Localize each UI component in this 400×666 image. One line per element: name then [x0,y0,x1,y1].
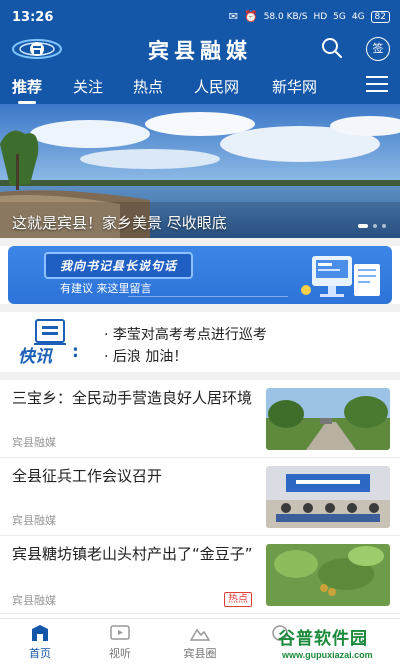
news-flash-colon: : [72,342,79,362]
carousel-dots [358,224,386,228]
nav-video-label: 视听 [109,647,131,660]
watermark-url: www.gupuxiazai.com [282,650,373,660]
news-thumbnail [266,544,390,606]
tab-people-net[interactable]: 人民网 [194,76,239,97]
news-source: 宾县融媒 [12,514,56,527]
mountain-icon [189,628,211,641]
tab-recommend[interactable]: 推荐 [12,76,42,104]
news-source: 宾县融媒 [12,436,56,449]
channel-tabs: 推荐 关注 热点 人民网 新华网 [0,70,400,104]
nav-home-label: 首页 [29,647,51,660]
news-flash-label: 快讯 [18,347,52,367]
watermark-name: 谷普软件园 [278,629,368,649]
news-item[interactable]: 宾县糖坊镇老山头村产出了“金豆子” 宾县融媒 热点 [0,536,400,614]
secretary-banner-title: 我向书记县长说句话 [44,252,194,279]
hot-badge: 热点 [224,592,252,607]
signal-4g: 4G [351,11,365,22]
news-title: 全县征兵工作会议召开 [12,467,163,485]
nav-community-label: 宾县圈 [183,647,217,660]
signal-5g: 5G [333,11,346,22]
search-icon[interactable] [320,36,344,60]
secretary-message-banner[interactable]: 我向书记县长说句话 有建议 来这里留言 [8,246,392,304]
tab-follow[interactable]: 关注 [73,76,103,97]
home-icon [32,625,48,641]
app-title: 宾县融媒 [148,38,252,63]
wechat-icon: ✉ [228,10,238,23]
carousel-dot [382,224,386,228]
top-bar: 13:26 ✉ ⏰ 58.0 KB/S HD 5G 4G 82 宾县融媒 签 推… [0,0,400,104]
app-logo-icon [12,39,62,59]
news-thumbnail [266,388,390,450]
news-item[interactable]: 三宝乡：全民动手营造良好人居环境 宾县融媒 [0,380,400,458]
sign-in-button[interactable]: 签 [366,37,390,61]
hd-indicator: HD [313,11,328,22]
status-right: ✉ ⏰ 58.0 KB/S HD 5G 4G 82 [229,10,390,23]
news-flash: 快讯 : · 李莹对高考考点进行巡考 · 后浪 加油！ [0,312,400,372]
news-flash-item[interactable]: · 后浪 加油！ [104,346,187,366]
news-flash-item[interactable]: · 李莹对高考考点进行巡考 [104,324,267,344]
news-source: 宾县融媒 [12,594,56,607]
app-bar: 宾县融媒 签 [0,32,400,66]
divider [0,372,400,380]
watermark: 谷普软件园 www.gupuxiazai.com [278,624,398,664]
banner-caption: 这就是宾县！家乡美景 尽收眼底 [12,214,227,232]
tab-hot[interactable]: 热点 [133,76,163,97]
divider [128,296,288,297]
tab-fade [346,70,358,104]
alarm-icon: ⏰ [244,10,258,23]
video-icon [110,625,130,640]
divider [0,238,400,246]
mailbox-illustration-icon [301,256,380,297]
tab-xinhua-net[interactable]: 新华网 [272,76,317,97]
news-title: 宾县糖坊镇老山头村产出了“金豆子” [12,545,253,563]
carousel-dot [358,224,368,228]
status-bar: 13:26 ✉ ⏰ 58.0 KB/S HD 5G 4G 82 [0,0,400,34]
banner-carousel[interactable]: 这就是宾县！家乡美景 尽收眼底 [0,104,400,238]
news-item[interactable]: 全县征兵工作会议召开 宾县融媒 [0,458,400,536]
news-title: 三宝乡：全民动手营造良好人居环境 [12,389,253,407]
nav-home[interactable]: 首页 [0,623,80,661]
battery-icon: 82 [370,10,390,23]
divider [0,304,400,312]
status-time: 13:26 [12,10,54,25]
network-speed: 58.0 KB/S [263,11,308,22]
carousel-dot [373,224,377,228]
menu-icon[interactable] [366,76,388,96]
nav-video[interactable]: 视听 [80,623,160,661]
nav-community[interactable]: 宾县圈 [160,623,240,661]
news-thumbnail [266,466,390,528]
secretary-banner-subtitle: 有建议 来这里留言 [60,282,152,295]
